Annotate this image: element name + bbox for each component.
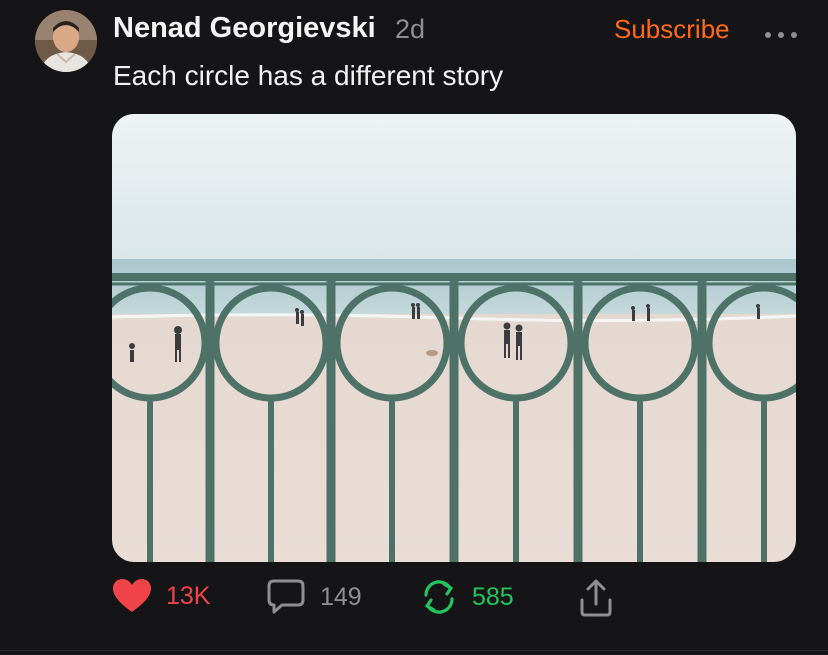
post-image[interactable] bbox=[112, 114, 796, 562]
like-button[interactable]: 13K bbox=[112, 578, 210, 614]
post-actions: 13K 149 585 bbox=[0, 578, 828, 628]
like-count: 13K bbox=[166, 581, 211, 610]
comment-count: 149 bbox=[320, 582, 362, 611]
more-icon bbox=[765, 32, 797, 38]
beach-railing-photo bbox=[112, 114, 796, 562]
avatar[interactable] bbox=[35, 10, 97, 72]
post-text: Each circle has a different story bbox=[113, 60, 504, 91]
divider bbox=[0, 650, 828, 651]
repost-icon bbox=[424, 580, 454, 614]
comment-button[interactable]: 149 bbox=[266, 578, 362, 616]
avatar-photo bbox=[35, 10, 97, 72]
repost-button[interactable]: 585 bbox=[420, 578, 514, 616]
share-icon bbox=[580, 579, 612, 617]
heart-icon bbox=[113, 579, 151, 612]
subscribe-button[interactable]: Subscribe bbox=[614, 14, 730, 45]
author-name[interactable]: Nenad Georgievski bbox=[113, 12, 376, 45]
repost-count: 585 bbox=[472, 582, 514, 611]
share-button[interactable] bbox=[578, 578, 614, 618]
more-options-button[interactable] bbox=[764, 26, 798, 38]
post-age: 2d bbox=[395, 14, 426, 44]
comment-icon bbox=[267, 579, 305, 614]
